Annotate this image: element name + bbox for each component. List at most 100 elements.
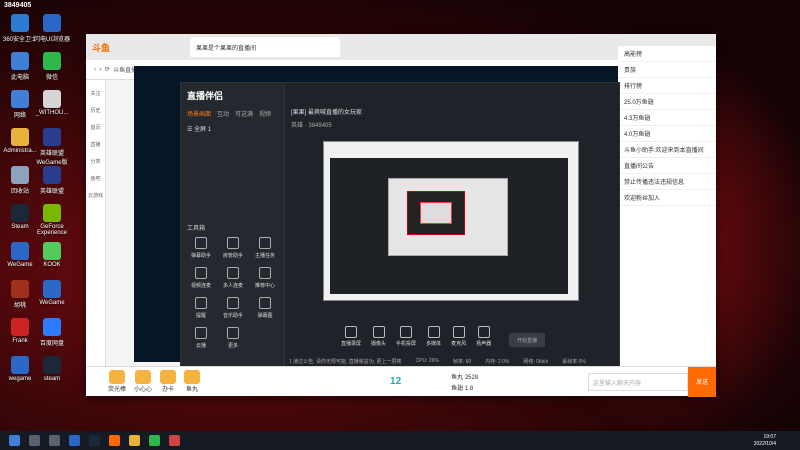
app-icon-2[interactable] [109, 435, 120, 446]
tool-icon [227, 327, 239, 339]
desktop-icon-label: 闪电UI浏览器 [33, 37, 70, 43]
status-item: CPU: 26% [415, 358, 439, 364]
gift-item[interactable]: 小心心 [134, 370, 152, 393]
control-button[interactable]: 扬声器 [476, 326, 491, 347]
control-button[interactable]: 多媒体 [426, 326, 441, 347]
clock[interactable]: 19:07 2022/10/4 [754, 434, 776, 448]
control-button[interactable]: 摄像头 [371, 326, 386, 347]
tool-button[interactable]: 弹幕助手 [185, 237, 217, 259]
control-button[interactable]: 手机投屏 [396, 326, 416, 347]
taskbar: 19:07 2022/10/4 [0, 431, 800, 450]
control-icon [372, 326, 385, 338]
gift-item[interactable]: 办卡 [160, 370, 177, 393]
folder-icon[interactable] [129, 435, 140, 446]
tool-icon [195, 297, 207, 309]
sidebar-item[interactable]: 分类 [86, 158, 105, 165]
gift-item[interactable]: 鱼丸 [184, 370, 201, 393]
tool-button[interactable]: 弹幕图 [249, 297, 281, 319]
desktop-score-badge: 3849405 [4, 2, 32, 9]
app-tab[interactable]: 场景画面 [187, 109, 211, 118]
sidebar-item[interactable]: 首页 [86, 124, 105, 131]
status-item: 内存: 2.0% [485, 358, 510, 365]
panel-row: 直播间公告 [618, 158, 716, 174]
tool-button[interactable]: 主播任务 [249, 237, 281, 259]
status-item: 丢帧率 0% [562, 358, 586, 365]
app-tab[interactable]: 互动 [217, 109, 229, 118]
chat-input[interactable]: 这里输入聊天内容 [588, 372, 688, 391]
desktop-icon[interactable]: 百度网盘 [32, 318, 72, 347]
sidebar-item[interactable]: 关注 [86, 90, 105, 97]
desktop-icon-label: 百度网盘 [39, 341, 64, 347]
room-title[interactable]: [果果] 最爽喊直播的女玩家 [285, 103, 621, 120]
gift-item[interactable]: 荧光棒 [108, 370, 126, 393]
tool-icon [195, 267, 207, 279]
desktop-icon[interactable]: _WITHOU... [32, 90, 72, 116]
tool-button[interactable]: 房管助手 [217, 237, 249, 259]
search-icon[interactable] [29, 435, 40, 446]
panel-row: 贵族 [618, 62, 716, 78]
tool-button[interactable]: 云播 [185, 327, 217, 349]
app-icon [43, 52, 61, 70]
tool-button[interactable]: 更多 [217, 327, 249, 349]
desktop-icon-label: _WITHOU... [35, 110, 69, 116]
tool-button[interactable]: 推荐中心 [249, 267, 281, 289]
scene-item[interactable]: ☰ 全屏 1 [181, 120, 284, 137]
desktop-icon[interactable]: 英雄联盟WeGame版 [32, 128, 72, 166]
control-icon [452, 326, 465, 338]
app-icon [43, 90, 61, 108]
sidebar-item[interactable]: 云游戏 [86, 192, 105, 199]
sidebar-item[interactable]: 直播 [86, 141, 105, 148]
app-icon [43, 166, 61, 184]
refresh-icon[interactable]: ⟳ [105, 66, 110, 73]
desktop-icon[interactable]: steam [32, 356, 72, 382]
start-stream-button[interactable]: 开始直播 [509, 333, 546, 347]
app-tab[interactable]: 视频 [259, 109, 271, 118]
app-icon [11, 128, 29, 146]
tab-active[interactable]: 果果是个果果的直播间 [190, 37, 341, 57]
currency-stat: 鱼丸 2528 [451, 374, 479, 381]
tool-button[interactable]: 音乐助手 [217, 297, 249, 319]
desktop-icon[interactable]: WeGame [32, 280, 72, 306]
start-icon[interactable] [9, 435, 20, 446]
app-icon-1[interactable] [69, 435, 80, 446]
steam-icon[interactable] [89, 435, 100, 446]
tool-button[interactable]: 多人连麦 [217, 267, 249, 289]
desktop-icon[interactable]: GeForce Experience [32, 204, 72, 236]
forward-icon[interactable]: › [99, 67, 101, 73]
app-icon [11, 14, 29, 32]
tool-icon [227, 297, 239, 309]
gift-icon [109, 370, 125, 384]
wechat-icon[interactable] [149, 435, 160, 446]
tool-button[interactable]: 提醒 [185, 297, 217, 319]
app-logo: 直播伴侣 [187, 90, 224, 101]
desktop-icon[interactable]: 英雄联盟 [32, 166, 72, 195]
app-icon [11, 318, 29, 336]
back-icon[interactable]: ‹ [94, 67, 96, 73]
app-icon [11, 242, 29, 260]
desktop-icon[interactable]: 微信 [32, 52, 72, 81]
control-icon [400, 326, 413, 338]
app-icon [43, 318, 61, 336]
desktop-icon-label: KOOK [43, 262, 61, 268]
sidebar-item[interactable]: 历史 [86, 107, 105, 114]
panel-row: 4.0万鱼翅 [618, 126, 716, 142]
panel-row: 25.0万鱼翅 [618, 94, 716, 110]
desktop-icon-label: steam [43, 376, 61, 382]
desktop-icon[interactable]: KOOK [32, 242, 72, 268]
send-button[interactable]: 发送 [688, 366, 716, 397]
desktop-icon[interactable]: 闪电UI浏览器 [32, 14, 72, 43]
status-item: 网络: 0kb/s [523, 358, 549, 365]
room-header: [果果] 最爽喊直播的女玩家 英雄 · 3849405 [285, 103, 621, 133]
control-button[interactable]: 直播录屏 [341, 326, 361, 347]
task-view-icon[interactable] [49, 435, 60, 446]
tool-button[interactable]: 视频连麦 [185, 267, 217, 289]
preview-canvas[interactable] [323, 141, 579, 301]
sidebar-item[interactable]: 鱼吧 [86, 175, 105, 182]
desktop-icon-label: 英雄联盟 [39, 189, 64, 195]
control-button[interactable]: 麦克风 [451, 326, 466, 347]
panel-row: 高能榜 [618, 46, 716, 62]
control-icon [477, 326, 490, 338]
app-icon-3[interactable] [169, 435, 180, 446]
app-tab[interactable]: 可这满 [235, 109, 253, 118]
desktop-icon-label: 微信 [45, 75, 58, 81]
